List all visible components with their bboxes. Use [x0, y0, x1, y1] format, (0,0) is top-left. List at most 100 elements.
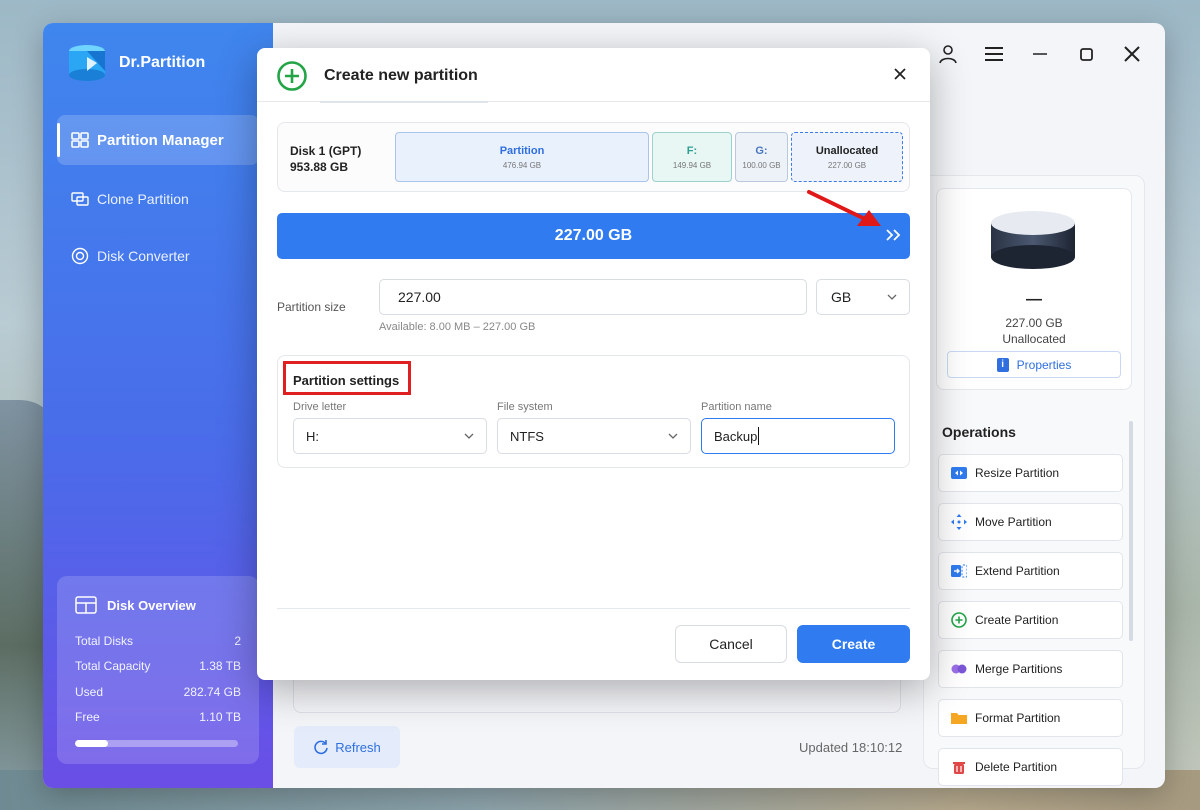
overview-value: 1.38 TB	[199, 659, 241, 674]
cancel-button[interactable]: Cancel	[675, 625, 787, 663]
sidebar-item-disk-converter[interactable]: Disk Converter	[57, 231, 259, 281]
annotation-arrow-icon	[807, 190, 881, 226]
usage-progress-fill	[75, 740, 108, 747]
segment-partition[interactable]: Partition 476.94 GB	[395, 132, 649, 182]
highlight-box	[283, 361, 411, 395]
disk-overview-card: Disk Overview Total Disks 2 Total Capaci…	[57, 576, 259, 764]
usage-progress-bar	[75, 740, 238, 747]
overview-row-free: Free 1.10 TB	[75, 705, 241, 731]
sidebar-item-label: Clone Partition	[97, 191, 189, 207]
operations-scrollbar[interactable]	[1129, 421, 1133, 641]
menu-icon[interactable]	[983, 43, 1005, 65]
segment-size: 100.00 GB	[742, 160, 781, 170]
user-icon[interactable]	[937, 43, 959, 65]
close-icon[interactable]	[1121, 43, 1143, 65]
partition-size-label: Partition size	[277, 300, 346, 314]
overview-value: 2	[234, 633, 241, 648]
window-controls	[937, 43, 1143, 65]
dialog-header: Create new partition	[257, 48, 930, 102]
selected-disk-size: 227.00 GB	[1005, 316, 1063, 330]
file-system-select[interactable]: NTFS	[497, 418, 691, 454]
file-system-value: NTFS	[510, 428, 544, 444]
overview-label: Total Disks	[75, 633, 134, 648]
double-chevron-right-icon[interactable]	[884, 226, 902, 244]
disk-cylinder-icon	[991, 211, 1075, 269]
resize-partition-button[interactable]: Resize Partition	[938, 454, 1123, 492]
create-button[interactable]: Create	[797, 625, 910, 663]
sidebar: Dr.Partition Partition Manager Clone Par…	[43, 23, 273, 788]
overview-row-total-capacity: Total Capacity 1.38 TB	[75, 654, 241, 680]
refresh-button[interactable]: Refresh	[294, 726, 400, 768]
segment-label: Partition	[499, 144, 545, 157]
brand: Dr.Partition	[65, 41, 205, 85]
segment-unallocated[interactable]: Unallocated 227.00 GB	[791, 132, 903, 182]
merge-icon	[951, 664, 967, 674]
overview-value: 1.10 TB	[199, 710, 241, 725]
disk-overview-icon	[75, 596, 97, 614]
app-logo-icon	[69, 45, 105, 81]
selected-disk-card: — 227.00 GB Unallocated i Properties	[936, 188, 1132, 390]
operation-label: Resize Partition	[975, 466, 1060, 480]
create-label: Create	[831, 636, 876, 652]
details-panel: — 227.00 GB Unallocated i Properties Ope…	[923, 175, 1145, 786]
segment-f[interactable]: F: 149.94 GB	[652, 132, 732, 182]
minimize-icon[interactable]	[1029, 43, 1051, 65]
unit-value: GB	[831, 289, 852, 305]
extend-icon	[951, 564, 967, 578]
sidebar-item-partition-manager[interactable]: Partition Manager	[57, 115, 259, 165]
extend-partition-button[interactable]: Extend Partition	[938, 552, 1123, 590]
sidebar-item-label: Partition Manager	[97, 131, 224, 149]
disk-overview-title: Disk Overview	[107, 597, 196, 613]
operations-title: Operations	[942, 424, 1016, 440]
operation-label: Move Partition	[975, 515, 1052, 529]
slider-value: 227.00 GB	[554, 227, 633, 244]
partition-name-label: Partition name	[701, 401, 772, 413]
segment-size: 227.00 GB	[827, 160, 867, 170]
partition-size-value: 227.00	[398, 289, 441, 305]
updated-timestamp: Updated 18:10:12	[799, 740, 903, 755]
segment-g[interactable]: G: 100.00 GB	[735, 132, 788, 182]
operation-label: Extend Partition	[975, 564, 1060, 578]
operation-label: Create Partition	[975, 613, 1059, 627]
convert-icon	[71, 247, 89, 265]
dialog-title: Create new partition	[324, 67, 478, 84]
merge-partitions-button[interactable]: Merge Partitions	[938, 650, 1123, 688]
text-cursor	[758, 427, 760, 445]
unit-select[interactable]: GB	[816, 279, 910, 315]
close-icon[interactable]	[892, 66, 908, 82]
format-partition-button[interactable]: Format Partition	[938, 699, 1123, 737]
selected-disk-name: —	[1026, 291, 1042, 308]
folder-icon	[951, 713, 967, 724]
plus-circle-icon	[277, 61, 307, 91]
sidebar-item-label: Disk Converter	[97, 248, 190, 264]
move-icon	[951, 514, 967, 530]
partition-name-input[interactable]: Backup	[701, 418, 895, 454]
resize-icon	[951, 467, 967, 479]
file-system-label: File system	[497, 401, 553, 413]
properties-label: Properties	[1016, 357, 1072, 372]
properties-button[interactable]: i Properties	[947, 351, 1121, 378]
move-partition-button[interactable]: Move Partition	[938, 503, 1123, 541]
refresh-label: Refresh	[335, 739, 381, 755]
delete-partition-button[interactable]: Delete Partition	[938, 748, 1123, 786]
dialog-divider	[277, 608, 910, 609]
drive-letter-select[interactable]: H:	[293, 418, 487, 454]
drive-letter-label: Drive letter	[293, 401, 347, 413]
partition-name-value: Backup	[714, 428, 758, 444]
operation-label: Format Partition	[975, 711, 1061, 725]
create-partition-button[interactable]: Create Partition	[938, 601, 1123, 639]
overview-row-total-disks: Total Disks 2	[75, 628, 241, 654]
overview-label: Free	[75, 710, 100, 725]
partition-size-input[interactable]: 227.00	[379, 279, 807, 315]
sidebar-item-clone-partition[interactable]: Clone Partition	[57, 174, 259, 224]
plus-circle-icon	[951, 612, 967, 628]
overview-label: Total Capacity	[75, 659, 151, 674]
overview-row-used: Used 282.74 GB	[75, 679, 241, 705]
disk-overview-header: Disk Overview	[75, 596, 241, 614]
overview-value: 282.74 GB	[183, 684, 241, 699]
disk-label: Disk 1 (GPT) 953.88 GB	[290, 143, 361, 175]
chevron-down-icon	[464, 433, 474, 439]
overview-label: Used	[75, 684, 104, 699]
maximize-icon[interactable]	[1075, 43, 1097, 65]
selected-disk-type: Unallocated	[1002, 332, 1066, 346]
